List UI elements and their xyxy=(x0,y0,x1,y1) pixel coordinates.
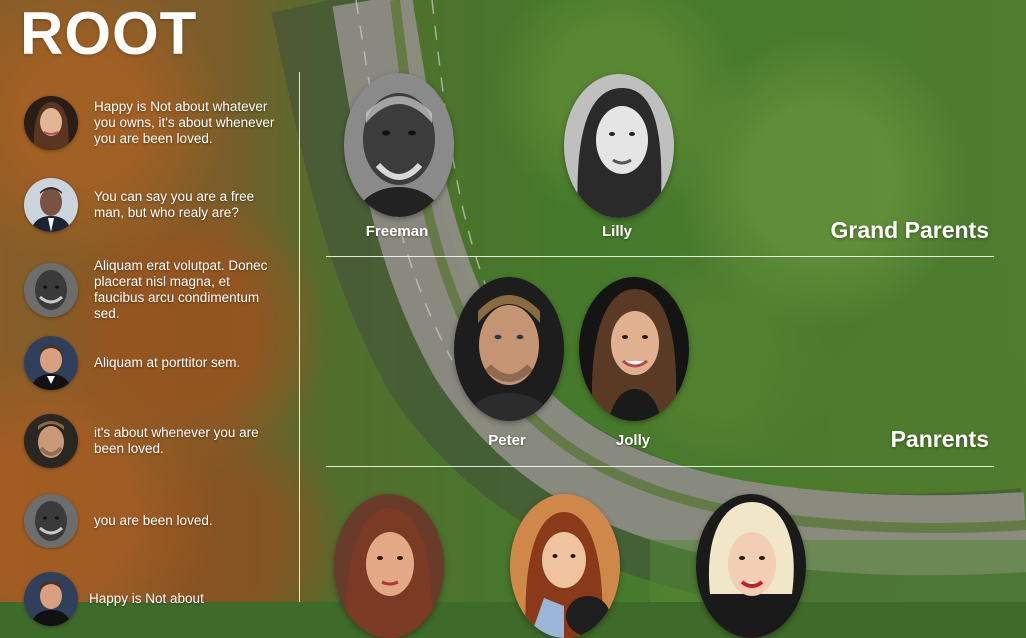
older-man-grayscale-avatar-icon xyxy=(24,494,78,548)
quote-text: You can say you are a free man, but who … xyxy=(94,189,255,220)
quote-text: Aliquam at porttitor sem. xyxy=(94,355,241,370)
quote-item[interactable]: Happy is Not about whatever you owns, it… xyxy=(24,96,284,150)
older-man-grayscale-portrait-icon xyxy=(344,73,454,217)
avatar[interactable] xyxy=(24,263,78,317)
portrait-freeman[interactable] xyxy=(344,73,454,217)
woman-long-brown-hair-avatar-icon xyxy=(24,96,78,150)
generation-divider xyxy=(326,466,994,467)
portrait-peter[interactable] xyxy=(454,277,564,421)
woman-vintage-color-portrait-icon xyxy=(334,494,444,638)
quote-text: Happy is Not about whatever you owns, it… xyxy=(94,99,275,146)
portrait-lilly[interactable] xyxy=(564,74,674,218)
avatar[interactable] xyxy=(24,178,78,232)
avatar[interactable] xyxy=(24,336,78,390)
portrait-child-1[interactable] xyxy=(334,494,444,638)
quote-item[interactable]: it's about whenever you are been loved. xyxy=(24,414,284,468)
member-name: Freeman xyxy=(365,223,429,240)
older-man-grayscale-avatar-icon xyxy=(24,263,78,317)
portrait-child-2[interactable] xyxy=(510,494,620,638)
man-suit-smiling-avatar-icon xyxy=(24,178,78,232)
portrait-jolly[interactable] xyxy=(579,277,689,421)
quote-text: you are been loved. xyxy=(94,513,213,528)
quote-item[interactable]: Happy is Not about xyxy=(24,572,284,626)
avatar[interactable] xyxy=(24,414,78,468)
generation-title-parents: Panrents xyxy=(890,426,989,452)
avatar[interactable] xyxy=(24,572,78,626)
avatar[interactable] xyxy=(24,96,78,150)
portrait-child-3[interactable] xyxy=(696,494,806,638)
woman-vintage-grayscale-portrait-icon xyxy=(564,74,674,218)
quote-item[interactable]: You can say you are a free man, but who … xyxy=(24,178,284,232)
man-stubble-avatar-icon xyxy=(24,414,78,468)
quote-text: Happy is Not about xyxy=(89,591,204,606)
man-tuxedo-avatar-icon xyxy=(24,572,78,626)
quote-item[interactable]: you are been loved. xyxy=(24,494,284,548)
quote-text: Aliquam erat volutpat. Donec placerat ni… xyxy=(94,258,268,321)
generation-divider xyxy=(326,256,994,257)
member-name: Peter xyxy=(488,432,526,449)
app-title: ROOT xyxy=(20,0,198,67)
member-name: Lilly xyxy=(601,223,632,240)
woman-long-brown-hair-portrait-icon xyxy=(579,277,689,421)
generation-title-grand-parents: Grand Parents xyxy=(830,217,990,243)
member-name: Jolly xyxy=(615,432,651,449)
girl-with-dog-portrait-icon xyxy=(510,494,620,638)
quote-item[interactable]: Aliquam at porttitor sem. xyxy=(24,336,284,390)
vertical-divider xyxy=(299,72,300,602)
quote-text: it's about whenever you are been loved. xyxy=(94,425,259,456)
man-tuxedo-avatar-icon xyxy=(24,336,78,390)
man-stubble-portrait-icon xyxy=(454,277,564,421)
avatar[interactable] xyxy=(24,494,78,548)
quote-item[interactable]: Aliquam erat volutpat. Donec placerat ni… xyxy=(24,258,284,322)
blonde-woman-portrait-icon xyxy=(696,494,806,638)
